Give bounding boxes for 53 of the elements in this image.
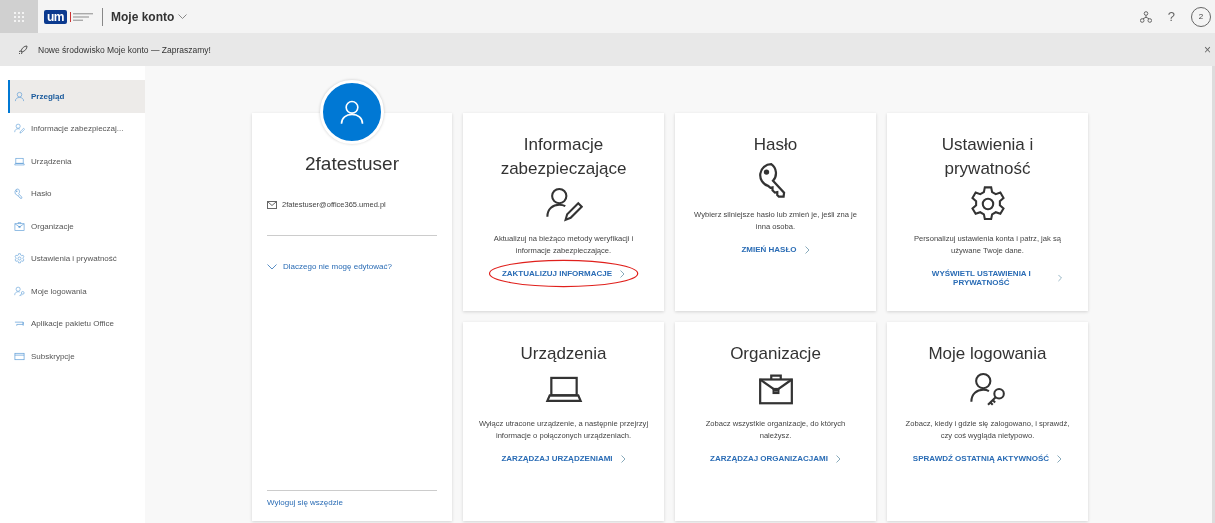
rocket-icon [18, 44, 28, 55]
why-cant-edit-link[interactable]: Dlaczego nie mogę edytować? [267, 262, 437, 271]
mail-icon [267, 200, 277, 209]
app-title-menu[interactable]: Moje konto [111, 9, 188, 24]
card-icon [14, 350, 25, 362]
card-title: Ustawienia i prywatność [940, 134, 1035, 180]
briefcase-icon [14, 220, 25, 232]
card-title: Moje logowania [928, 343, 1047, 365]
sidebar-item[interactable]: Informacje zabezpieczaj... [8, 112, 145, 145]
sidebar-item[interactable]: Urządzenia [8, 145, 145, 178]
chevron-right-icon [835, 454, 841, 463]
sidebar-item[interactable]: Aplikacje pakietu Office [8, 307, 145, 340]
person-key-icon [968, 370, 1007, 408]
chevron-right-icon [1057, 454, 1063, 463]
sidebar-item[interactable]: Ustawienia i prywatność [8, 242, 145, 275]
settings-icon [14, 253, 25, 265]
chevron-right-icon [804, 245, 810, 254]
card-title: Informacje zabezpieczające [499, 134, 628, 180]
chevron-right-icon [620, 269, 626, 278]
card-link[interactable]: ZARZĄDZAJ URZĄDZENIAMI [501, 454, 626, 463]
help-button[interactable]: ? [1167, 9, 1175, 24]
laptop-icon [14, 155, 25, 167]
person-icon [338, 98, 366, 126]
chevron-down-icon [178, 13, 188, 20]
sidebar-item[interactable]: Subskrypcje [8, 340, 145, 373]
card-title: Hasło [753, 134, 798, 156]
card-link[interactable]: WYŚWIETL USTAWIENIA I PRYWATNOŚĆ [912, 269, 1063, 287]
person-pen-icon [14, 123, 25, 135]
waffle-icon [13, 10, 25, 23]
settings-icon [968, 185, 1007, 223]
sidebar-item[interactable]: Moje logowania [8, 275, 145, 308]
sign-out-everywhere-link[interactable]: Wyloguj się wszędzie [267, 490, 437, 521]
logo-subtitle-icon [70, 11, 94, 22]
card-title: Urządzenia [520, 343, 607, 365]
card-link[interactable]: ZARZĄDZAJ ORGANIZACJAMI [710, 454, 841, 463]
person-pen-icon [544, 185, 583, 223]
user-name: 2fatestuser [304, 153, 400, 175]
card-link[interactable]: ZMIEŃ HASŁO [741, 245, 810, 254]
sidebar-item[interactable]: Hasło [8, 177, 145, 210]
close-button[interactable]: × [1204, 42, 1211, 57]
person-key-icon [14, 285, 25, 297]
card-link[interactable]: SPRAWDŹ OSTATNIĄ AKTYWNOŚĆ [912, 454, 1063, 463]
chevron-right-icon [620, 454, 626, 463]
logo: um [44, 9, 67, 24]
sidebar-item[interactable]: Przegląd [8, 80, 145, 113]
banner-message: Nowe środowisko Moje konto — Zapraszamy! [38, 44, 211, 55]
key-icon [14, 188, 25, 200]
card-title: Organizacje [730, 343, 821, 365]
chevron-down-icon [267, 263, 277, 270]
chevron-right-icon [1058, 274, 1063, 282]
org-chart-icon[interactable] [1139, 10, 1152, 23]
person-icon [14, 90, 25, 102]
sidebar-item[interactable]: Organizacje [8, 210, 145, 243]
